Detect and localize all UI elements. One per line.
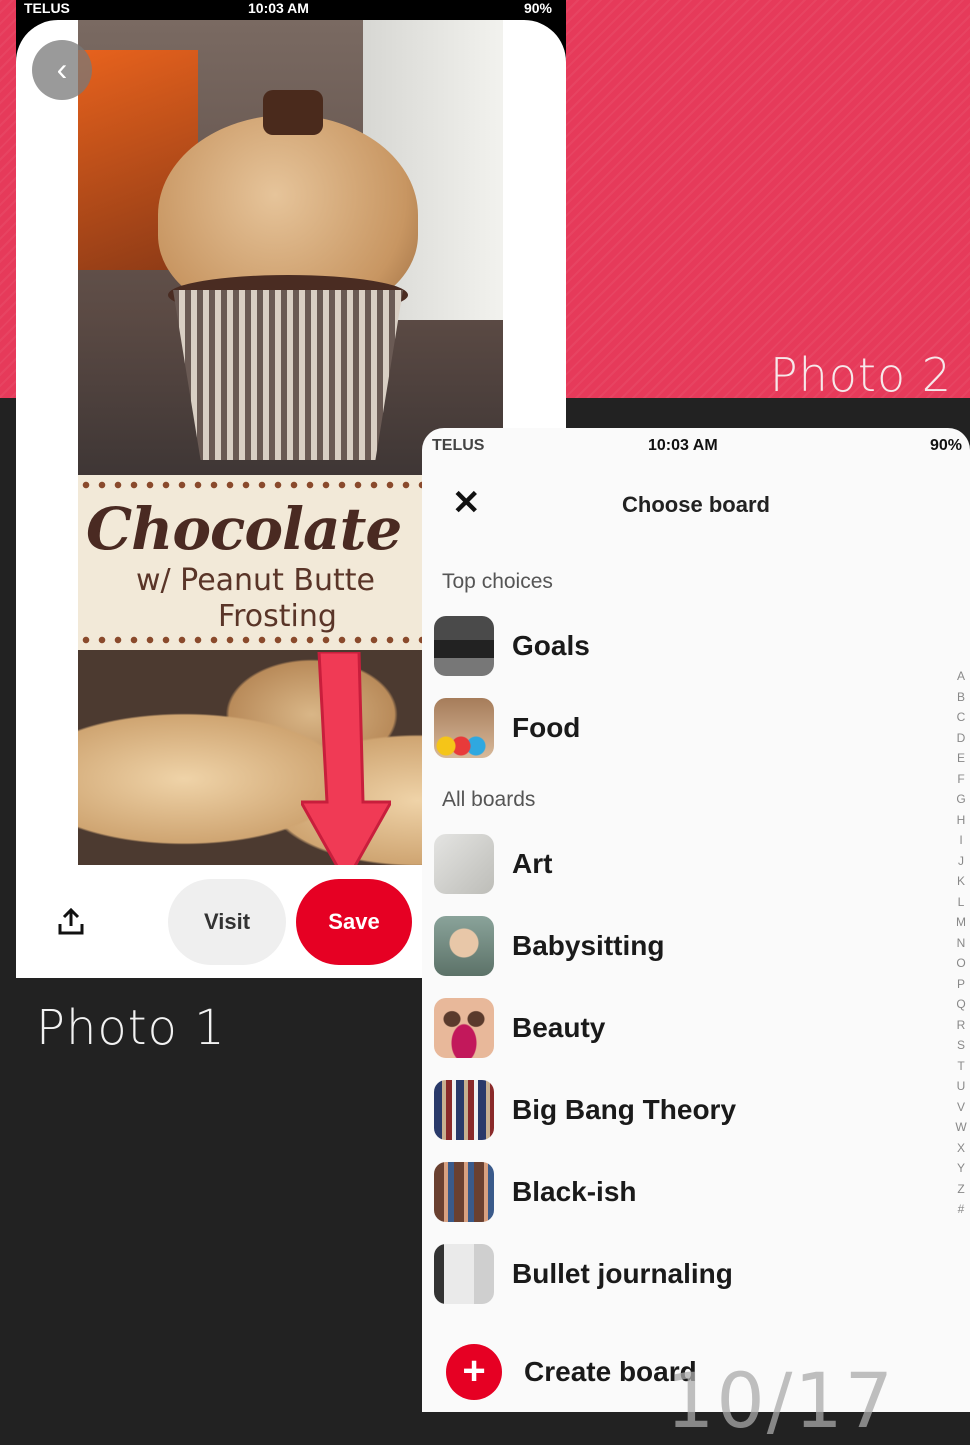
clock: 10:03 AM	[248, 0, 309, 16]
board-name: Black-ish	[512, 1176, 637, 1207]
cupcake-liner	[173, 290, 403, 460]
alphabet-index-letter[interactable]: J	[954, 851, 968, 872]
peanut-butter-cup	[263, 90, 323, 135]
board-row-food[interactable]: Food	[434, 698, 934, 760]
alphabet-index-letter[interactable]: M	[954, 912, 968, 933]
board-row-babysitting[interactable]: Babysitting	[434, 916, 934, 978]
phone-screenshot-choose-board: TELUS 10:03 AM 90% ✕ Choose board Top ch…	[422, 428, 970, 1412]
board-thumbnail	[434, 1162, 494, 1222]
alphabet-index-letter[interactable]: B	[954, 687, 968, 708]
photo1-label: Photo 1	[36, 1000, 226, 1056]
alphabet-index-letter[interactable]: L	[954, 892, 968, 913]
alphabet-index-letter[interactable]: E	[954, 748, 968, 769]
alphabet-index-letter[interactable]: T	[954, 1056, 968, 1077]
board-name: Beauty	[512, 1012, 606, 1043]
alphabet-index-letter[interactable]: H	[954, 810, 968, 831]
pin-title-line3: Frosting	[218, 599, 337, 634]
board-thumbnail	[434, 1080, 494, 1140]
board-name: Food	[512, 712, 581, 743]
board-name: Goals	[512, 630, 590, 661]
save-button[interactable]: Save	[296, 879, 412, 965]
board-row-bullet-journaling[interactable]: Bullet journaling	[434, 1244, 934, 1306]
sheet-title: Choose board	[622, 492, 770, 517]
board-row-big-bang-theory[interactable]: Big Bang Theory	[434, 1080, 934, 1142]
plus-icon: +	[446, 1344, 502, 1400]
alphabet-index-letter[interactable]: D	[954, 728, 968, 749]
board-row-art[interactable]: Art	[434, 834, 934, 896]
carrier-label: TELUS	[432, 437, 485, 454]
top-choices-label: Top choices	[442, 570, 553, 593]
status-bar: TELUS 10:03 AM 90%	[422, 428, 970, 464]
alphabet-index-letter[interactable]: U	[954, 1076, 968, 1097]
alphabet-index-letter[interactable]: I	[954, 830, 968, 851]
battery-level: 90%	[523, 0, 552, 16]
board-name: Bullet journaling	[512, 1258, 733, 1289]
board-row-goals[interactable]: Goals	[434, 616, 934, 678]
board-thumbnail	[434, 916, 494, 976]
alphabet-index-letter[interactable]: W	[954, 1117, 968, 1138]
alphabet-index-letter[interactable]: Z	[954, 1179, 968, 1200]
board-thumbnail	[434, 998, 494, 1058]
page-counter: 10/17	[666, 1356, 896, 1445]
alphabet-index-letter[interactable]: Q	[954, 994, 968, 1015]
carrier-label: TELUS	[24, 0, 70, 16]
status-bar: TELUS 10:03 AM 90%	[16, 0, 566, 18]
alphabet-index-letter[interactable]: R	[954, 1015, 968, 1036]
clock: 10:03 AM	[648, 437, 718, 454]
board-name: Big Bang Theory	[512, 1094, 737, 1125]
board-name: Babysitting	[512, 930, 665, 961]
alphabet-index-letter[interactable]: P	[954, 974, 968, 995]
all-boards-label: All boards	[442, 788, 536, 811]
board-name: Art	[512, 848, 553, 879]
battery-level: 90%	[929, 437, 962, 454]
alphabet-scroll-index[interactable]: A B C D E F G H I J K L M N O P Q R S T U V W X Y Z #	[954, 666, 968, 1220]
board-row-black-ish[interactable]: Black-ish	[434, 1162, 934, 1224]
alphabet-index-letter[interactable]: N	[954, 933, 968, 954]
alphabet-index-letter[interactable]: V	[954, 1097, 968, 1118]
photo2-label: Photo 2	[769, 348, 952, 402]
alphabet-index-letter[interactable]: X	[954, 1138, 968, 1159]
board-thumbnail	[434, 834, 494, 894]
visit-button[interactable]: Visit	[168, 879, 286, 965]
alphabet-index-letter[interactable]: #	[954, 1199, 968, 1220]
board-thumbnail	[434, 698, 494, 758]
back-button[interactable]: ‹	[32, 40, 92, 100]
board-thumbnail	[434, 616, 494, 676]
alphabet-index-letter[interactable]: O	[954, 953, 968, 974]
share-icon[interactable]	[56, 907, 86, 937]
alphabet-index-letter[interactable]: S	[954, 1035, 968, 1056]
alphabet-index-letter[interactable]: C	[954, 707, 968, 728]
red-arrow-annotation-icon	[301, 652, 391, 882]
alphabet-index-letter[interactable]: G	[954, 789, 968, 810]
chevron-left-icon: ‹	[56, 51, 68, 87]
pin-title-line2: w/ Peanut Butte	[136, 563, 375, 598]
alphabet-index-letter[interactable]: K	[954, 871, 968, 892]
alphabet-index-letter[interactable]: A	[954, 666, 968, 687]
alphabet-index-letter[interactable]: F	[954, 769, 968, 790]
board-row-beauty[interactable]: Beauty	[434, 998, 934, 1060]
alphabet-index-letter[interactable]: Y	[954, 1158, 968, 1179]
board-thumbnail	[434, 1244, 494, 1304]
